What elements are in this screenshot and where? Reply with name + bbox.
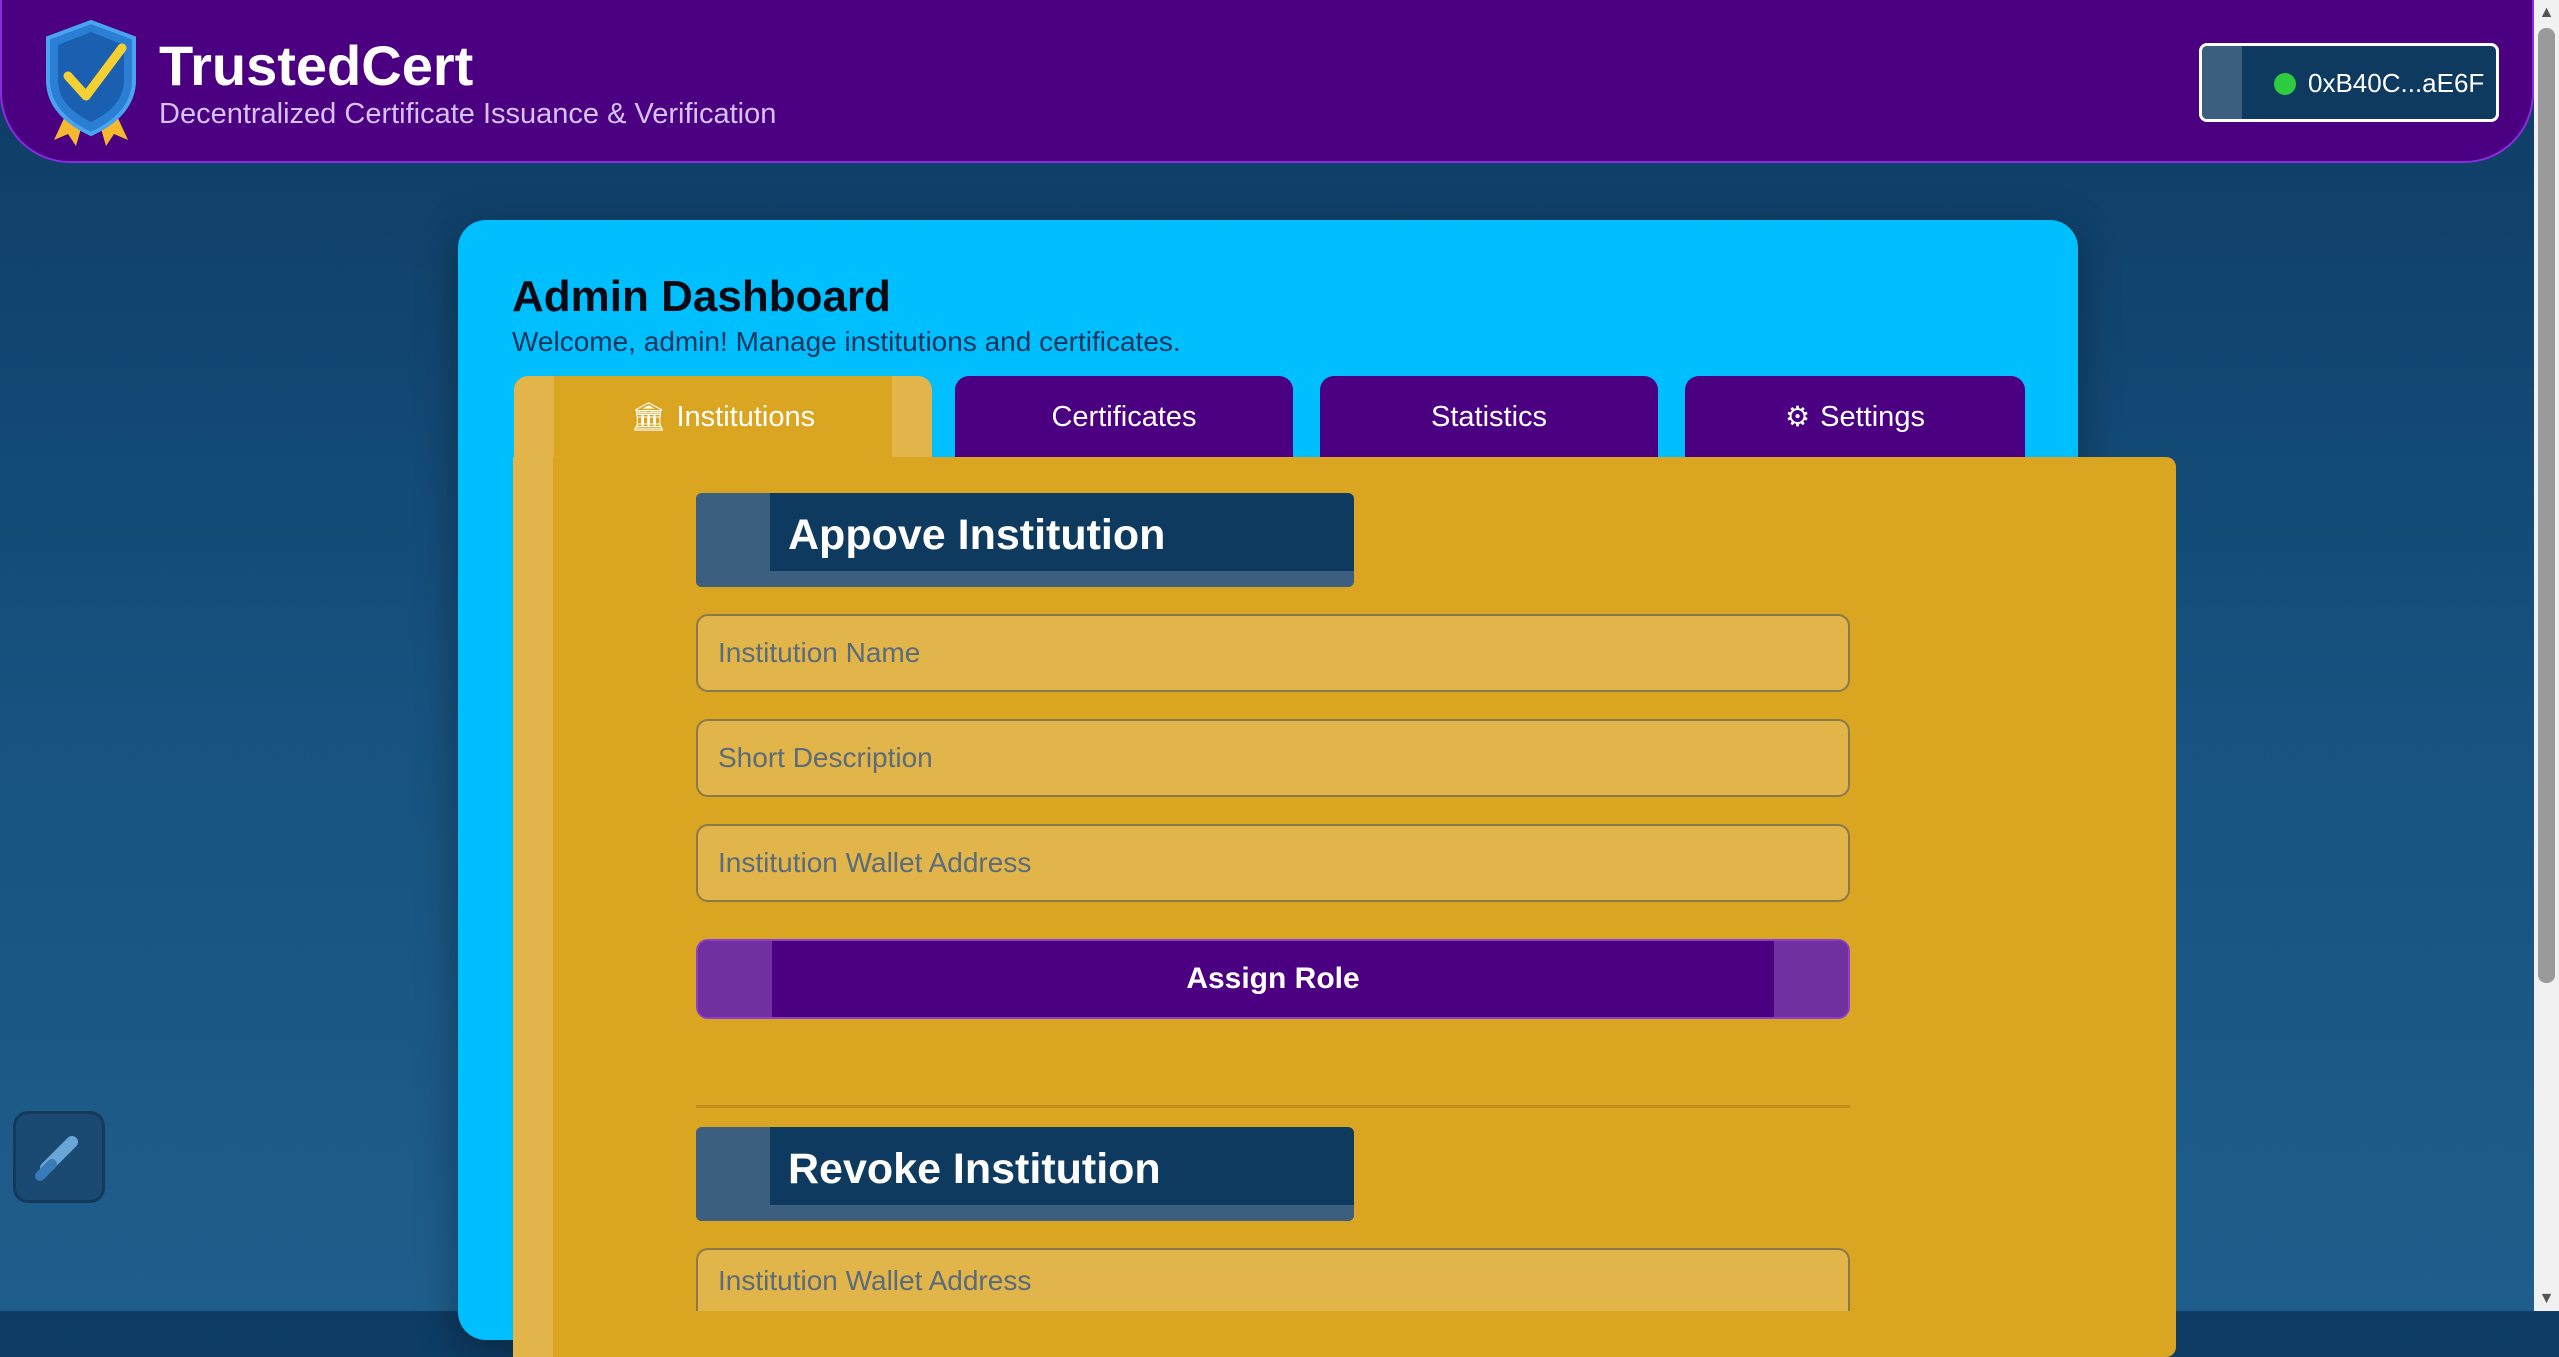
gear-icon: ⚙ (1785, 401, 1811, 432)
brand-tagline: Decentralized Certificate Issuance & Ver… (159, 98, 777, 130)
brand-name: TrustedCert (159, 34, 474, 97)
scroll-down-arrow-icon[interactable]: ▼ (2534, 1286, 2559, 1311)
institution-wallet-input[interactable] (696, 824, 1850, 902)
revoke-wallet-input[interactable] (696, 1248, 1850, 1311)
page-subtitle: Welcome, admin! Manage institutions and … (512, 326, 1181, 357)
panel-left-strip (513, 457, 553, 1357)
short-description-input[interactable] (696, 719, 1850, 797)
section-divider (696, 1105, 1850, 1108)
tab-label: Settings (1820, 401, 1925, 433)
assign-role-label: Assign Role (1186, 962, 1360, 995)
page-title: Admin Dashboard (512, 272, 891, 321)
tab-certificates[interactable]: Certificates (955, 376, 1293, 468)
scrollbar-thumb[interactable] (2538, 28, 2555, 983)
wallet-button-strip (2202, 46, 2242, 119)
scroll-up-arrow-icon[interactable]: ▲ (2534, 0, 2559, 25)
tab-statistics[interactable]: Statistics (1320, 376, 1658, 468)
section-head-bottom (696, 571, 1354, 587)
approve-section-title: Appove Institution (788, 511, 1166, 559)
tab-settings[interactable]: ⚙ Settings (1685, 376, 2025, 468)
floating-action-button[interactable] (16, 1114, 102, 1200)
tab-institutions[interactable]: 🏛 Institutions (514, 376, 932, 468)
tab-label: Institutions (676, 401, 816, 433)
bank-icon: 🏛 (630, 401, 667, 432)
section-head-bottom (696, 1205, 1354, 1221)
slash-brand-icon (35, 1136, 78, 1181)
revoke-section-title: Revoke Institution (788, 1145, 1161, 1193)
institutions-panel (513, 457, 2176, 1357)
assign-role-button[interactable]: Assign Role (696, 939, 1850, 1019)
wallet-address: 0xB40C...aE6F (2308, 68, 2485, 98)
shield-check-logo-icon (46, 19, 136, 146)
app-header: TrustedCert Decentralized Certificate Is… (0, 0, 2534, 163)
approve-section-header: Appove Institution (696, 493, 1354, 587)
tab-label: Statistics (1430, 401, 1548, 433)
vertical-scrollbar[interactable]: ▲ ▼ (2534, 0, 2559, 1311)
tab-label: Certificates (1051, 401, 1197, 433)
connected-status-icon (2274, 73, 2296, 95)
institution-name-input[interactable] (696, 614, 1850, 692)
wallet-connect-button[interactable]: 0xB40C...aE6F (2199, 43, 2499, 122)
revoke-section-header: Revoke Institution (696, 1127, 1354, 1221)
